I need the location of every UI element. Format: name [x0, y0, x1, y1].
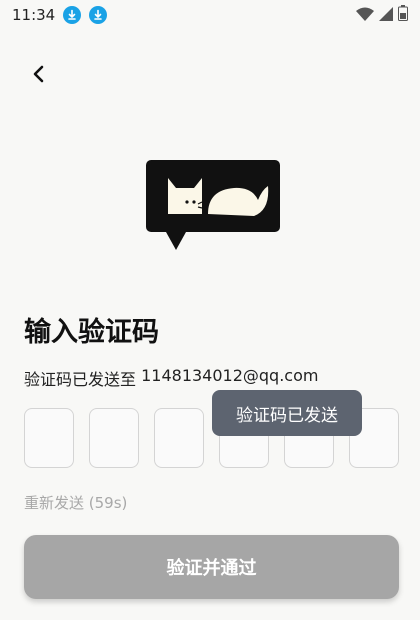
status-bar: 11:34	[0, 0, 420, 30]
status-time: 11:34	[12, 6, 56, 24]
battery-icon	[398, 5, 408, 25]
verification-screen: 11:34 输入验证码 验证码已发送至 1148134012@qq.com 验证…	[0, 0, 420, 620]
sent-info: 验证码已发送至 1148134012@qq.com	[24, 366, 318, 390]
resend-countdown: 重新发送 (59s)	[24, 494, 128, 512]
back-button[interactable]	[24, 62, 52, 90]
download-icon	[89, 6, 108, 24]
code-digit-input[interactable]	[24, 408, 74, 468]
email-address: 1148134012@qq.com	[141, 366, 319, 385]
wifi-icon	[356, 6, 374, 25]
code-digit-input[interactable]	[154, 408, 204, 468]
chevron-left-icon	[31, 65, 45, 87]
app-logo	[146, 160, 280, 252]
download-icon	[63, 6, 82, 24]
toast-message: 验证码已发送	[212, 390, 362, 436]
status-indicators	[356, 5, 408, 25]
code-digit-input[interactable]	[89, 408, 139, 468]
signal-icon	[379, 6, 393, 25]
page-title: 输入验证码	[24, 317, 159, 348]
sent-prefix: 验证码已发送至	[24, 370, 142, 389]
verify-submit-button[interactable]: 验证并通过	[24, 535, 399, 599]
